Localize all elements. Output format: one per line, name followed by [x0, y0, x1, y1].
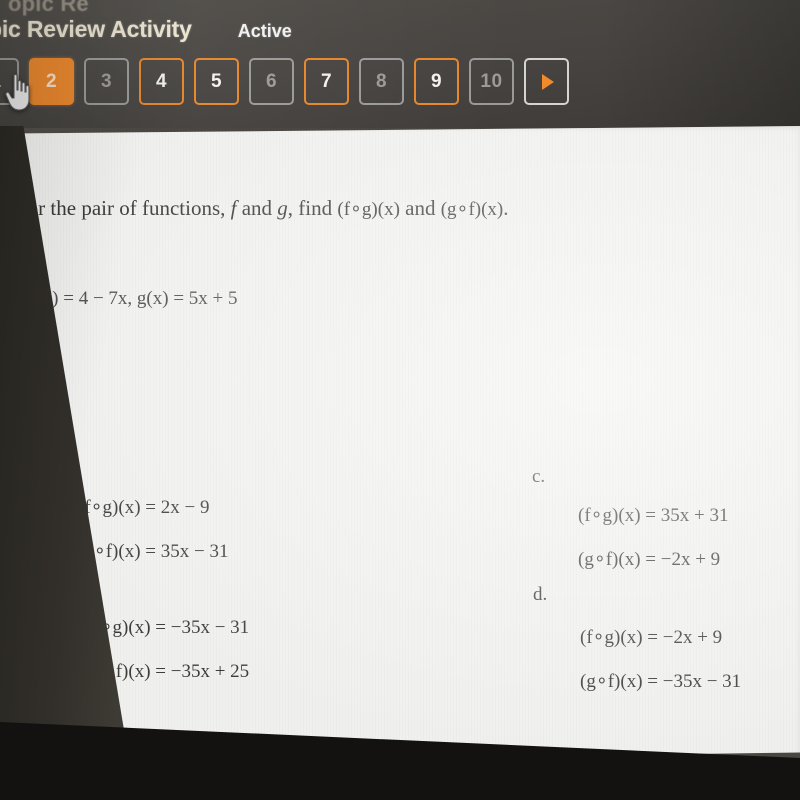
next-arrow-icon — [542, 73, 554, 90]
question-prompt: For the pair of functions, f and g, find… — [16, 196, 509, 221]
question-find-word: , find — [287, 196, 338, 220]
choice-c-line-2: (g∘f)(x) = −2x + 9 — [578, 549, 721, 570]
choice-a-line-1: (f∘g)(x) = 2x − 9 — [78, 497, 210, 518]
page-button-3[interactable]: 3 — [84, 58, 129, 105]
choice-letter-b[interactable]: b. — [42, 581, 56, 603]
page-button-label: 8 — [375, 70, 388, 92]
cut-off-header-text: opic Re — [8, 0, 89, 16]
choice-option-c[interactable]: (f∘g)(x) = 35x + 31 (g∘f)(x) = −2x + 9 — [578, 494, 728, 582]
header-title-row: pic Review Activity Active — [0, 16, 292, 43]
choice-a-line-2: (g∘f)(x) = 35x − 31 — [78, 541, 229, 562]
page-button-6[interactable]: 6 — [249, 58, 294, 105]
top-navigation-bar: opic Re pic Review Activity Active 1 2 3… — [0, 0, 800, 128]
choice-letter-d[interactable]: d. — [533, 584, 547, 606]
choice-option-b[interactable]: (f∘g)(x) = −35x − 31 (g∘f)(x) = −35x + 2… — [88, 606, 249, 694]
page-button-1[interactable]: 1 — [0, 58, 19, 105]
page-button-label: 4 — [155, 70, 168, 92]
choice-b-line-1: (f∘g)(x) = −35x − 31 — [88, 617, 250, 638]
choice-option-d[interactable]: (f∘g)(x) = −2x + 9 (g∘f)(x) = −35x − 31 — [580, 616, 741, 704]
page-button-10[interactable]: 10 — [469, 58, 514, 105]
pagination-bar[interactable]: 1 2 3 4 5 6 7 8 9 — [0, 58, 569, 105]
screenshot-root: opic Re pic Review Activity Active 1 2 3… — [0, 0, 800, 800]
question-and-2: and — [399, 196, 441, 220]
choice-option-a[interactable]: (f∘g)(x) = 2x − 9 (g∘f)(x) = 35x − 31 — [78, 486, 228, 574]
page-button-4[interactable]: 4 — [139, 58, 184, 105]
question-card: For the pair of functions, f and g, find… — [0, 126, 800, 762]
page-button-label: 9 — [430, 70, 443, 92]
page-button-2[interactable]: 2 — [29, 58, 74, 105]
question-and-1: and — [236, 196, 278, 220]
choice-d-line-2: (g∘f)(x) = −35x − 31 — [580, 671, 742, 692]
composition-fg-inline: (f∘g)(x) — [337, 199, 400, 220]
question-period: . — [503, 196, 509, 220]
choice-c-line-1: (f∘g)(x) = 35x + 31 — [578, 505, 729, 526]
page-button-9[interactable]: 9 — [414, 58, 459, 105]
next-page-button[interactable] — [524, 58, 569, 105]
page-button-label: 6 — [265, 70, 278, 92]
function-g-symbol: g — [277, 196, 288, 220]
choice-letter-a[interactable]: a. — [28, 464, 41, 486]
page-button-label: 2 — [45, 70, 58, 92]
choice-letter-c[interactable]: c. — [532, 466, 545, 488]
page-button-label: 3 — [100, 70, 113, 92]
choice-d-line-1: (f∘g)(x) = −2x + 9 — [580, 627, 723, 648]
question-text-prefix: For the pair of functions, — [16, 196, 231, 220]
page-title: pic Review Activity — [0, 16, 192, 42]
given-functions: f(x) = 4 − 7x, g(x) = 5x + 5 — [30, 288, 238, 309]
status-badge-active: Active — [237, 21, 292, 41]
page-button-label: 10 — [480, 70, 503, 92]
choice-b-line-2: (g∘f)(x) = −35x + 25 — [88, 661, 250, 682]
page-button-7[interactable]: 7 — [304, 58, 349, 105]
page-button-label: 5 — [210, 70, 223, 92]
page-button-5[interactable]: 5 — [194, 58, 239, 105]
composition-gf-inline: (g∘f)(x) — [440, 199, 504, 220]
page-button-8[interactable]: 8 — [359, 58, 404, 105]
page-button-label: 7 — [320, 70, 333, 92]
page-button-label: 1 — [0, 71, 2, 93]
